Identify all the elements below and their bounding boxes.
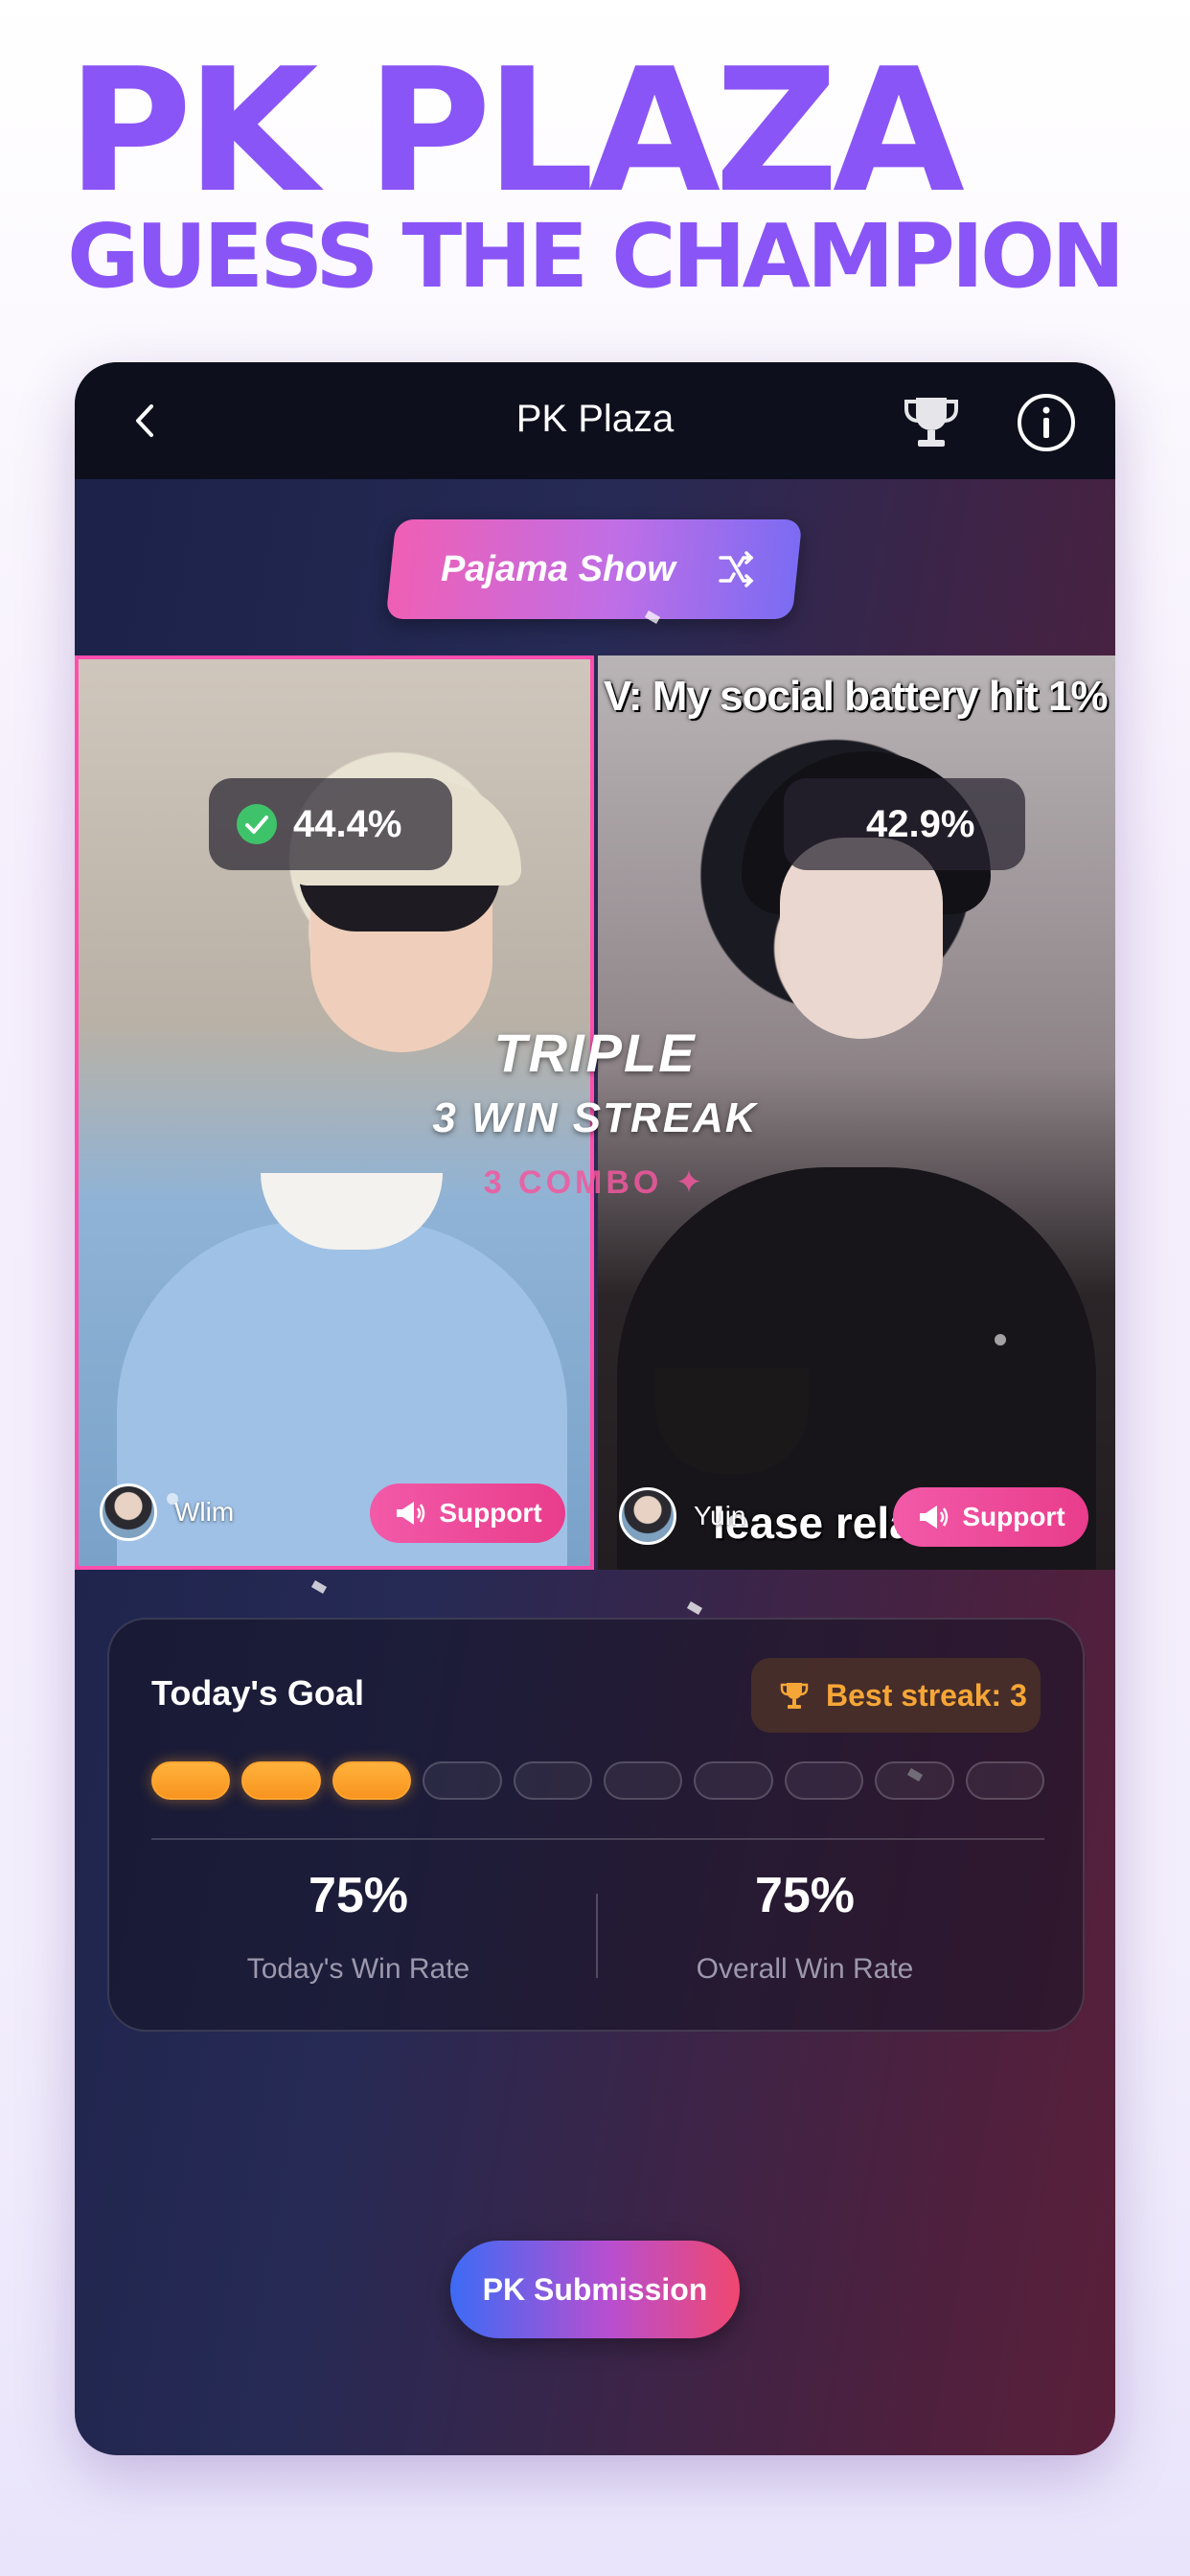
category-tag[interactable]: Pajama Show xyxy=(385,519,803,619)
app-screen: PK Plaza Pajama Show Wlim Support V: My … xyxy=(75,362,1115,2455)
divider xyxy=(151,1838,1044,1840)
contestant-right-name: Yuin xyxy=(694,1501,746,1530)
streak-subtitle: 3 WIN STREAK xyxy=(432,1094,758,1141)
today-goal-card: Today's Goal Best streak: 3 75% Today's … xyxy=(107,1618,1085,2032)
confetti-dot xyxy=(995,1334,1006,1346)
contestant-right-user[interactable]: Yuin xyxy=(619,1487,746,1545)
progress-segment-empty xyxy=(513,1761,593,1800)
progress-segment-empty xyxy=(423,1761,502,1800)
combo-label: 3 COMBO ✦ xyxy=(483,1164,707,1201)
today-win-rate-value: 75% xyxy=(308,1868,409,1923)
best-streak-badge: Best streak: 3 xyxy=(751,1658,1041,1733)
support-left-label: Support xyxy=(439,1498,542,1528)
top-nav-bar: PK Plaza xyxy=(75,362,1115,479)
progress-segment-complete xyxy=(241,1761,321,1800)
progress-segment-empty xyxy=(694,1761,773,1800)
category-label: Pajama Show xyxy=(440,549,675,589)
overall-win-rate-value: 75% xyxy=(754,1868,856,1923)
pk-submission-button[interactable]: PK Submission xyxy=(450,2241,740,2338)
overall-win-rate-label: Overall Win Rate xyxy=(696,1953,914,1985)
avatar[interactable] xyxy=(100,1484,157,1541)
progress-segment-empty xyxy=(604,1761,683,1800)
trophy-icon[interactable] xyxy=(901,392,962,451)
support-right-label: Support xyxy=(962,1502,1065,1531)
trophy-icon xyxy=(780,1683,809,1709)
vote-percent-left: 44.4% xyxy=(209,778,452,870)
video-caption-top: V: My social battery hit 1% xyxy=(604,673,1109,720)
goal-progress-bar xyxy=(151,1761,1045,1800)
contestant-left-user[interactable]: Wlim xyxy=(100,1484,234,1541)
support-left-button[interactable]: Support xyxy=(370,1484,565,1543)
vote-percent-left-value: 44.4% xyxy=(293,802,402,845)
check-circle-icon xyxy=(237,804,277,844)
megaphone-icon xyxy=(920,1506,949,1529)
avatar[interactable] xyxy=(619,1487,676,1545)
goal-heading: Today's Goal xyxy=(151,1673,364,1713)
progress-segment-empty xyxy=(875,1761,954,1800)
overall-win-rate: 75% Overall Win Rate xyxy=(584,1867,1025,1986)
vote-percent-right-value: 42.9% xyxy=(866,802,975,845)
contestant-left-name: Wlim xyxy=(174,1497,235,1527)
promo-title: PK PLAZA xyxy=(67,32,965,230)
progress-segment-complete xyxy=(332,1761,412,1800)
megaphone-icon xyxy=(397,1502,425,1525)
confetti-dot xyxy=(167,1493,178,1505)
progress-segment-empty xyxy=(784,1761,864,1800)
confetti-piece xyxy=(310,1580,328,1594)
progress-segment-empty xyxy=(965,1761,1045,1800)
best-streak-label: Best streak: 3 xyxy=(826,1677,1027,1713)
today-win-rate: 75% Today's Win Rate xyxy=(138,1867,579,1986)
today-win-rate-label: Today's Win Rate xyxy=(246,1953,470,1985)
confetti-piece xyxy=(686,1601,703,1615)
promo-subtitle: GUESS THE CHAMPION xyxy=(67,205,1125,308)
progress-segment-complete xyxy=(151,1761,231,1800)
shuffle-icon[interactable] xyxy=(715,548,757,590)
info-icon[interactable] xyxy=(1016,392,1077,453)
support-right-button[interactable]: Support xyxy=(893,1487,1088,1547)
vote-percent-right: 42.9% xyxy=(784,778,1025,870)
streak-title: TRIPLE xyxy=(493,1023,697,1083)
